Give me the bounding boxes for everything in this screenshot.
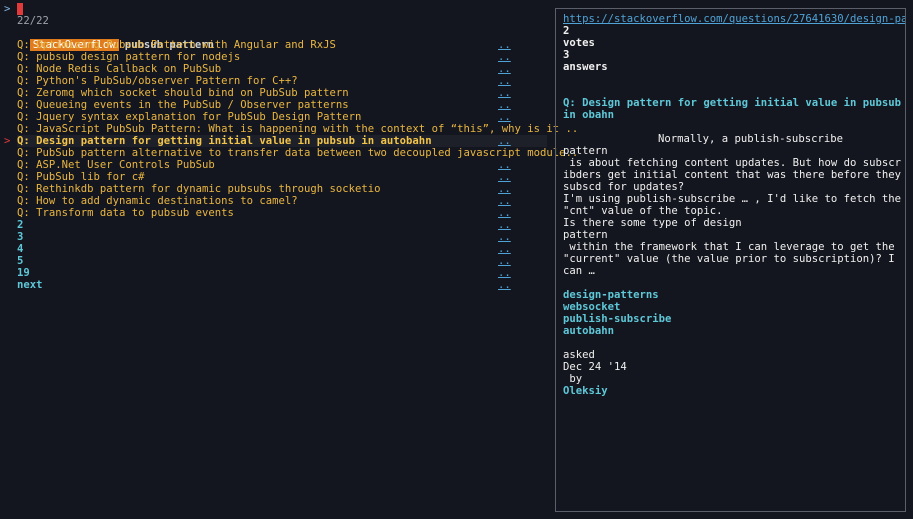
page-link[interactable]: 3..: [17, 231, 547, 243]
result-item[interactable]: > Q: Design pattern for getting initial v…: [4, 135, 547, 147]
page-link[interactable]: next..: [17, 279, 547, 291]
result-title[interactable]: Q: Queueing events in the PubSub / Obser…: [17, 99, 349, 111]
result-title[interactable]: Q: ASP.Net User Controls PubSub: [17, 159, 215, 171]
question-tag[interactable]: autobahn: [563, 325, 905, 337]
open-link[interactable]: ..: [498, 75, 511, 87]
open-link[interactable]: ..: [498, 207, 511, 219]
result-title[interactable]: Q: PubSub lib for c#: [17, 171, 145, 183]
question-title: Q: Design pattern for getting initial va…: [563, 97, 902, 121]
page-link[interactable]: 4..: [17, 243, 547, 255]
open-link[interactable]: ..: [498, 171, 511, 183]
page-link[interactable]: 2..: [17, 219, 547, 231]
result-item[interactable]: Q: Jquery syntax explanation for PubSub …: [17, 111, 547, 123]
open-link[interactable]: ..: [498, 99, 511, 111]
question-body-line: pattern: [563, 145, 608, 157]
question-tag[interactable]: publish-subscribe: [563, 313, 905, 325]
result-item[interactable]: Q: Zeromq which socket should bind on Pu…: [17, 87, 547, 99]
result-title[interactable]: Q: Design pattern for getting initial va…: [17, 135, 432, 147]
question-body-line: pattern: [563, 229, 608, 241]
text-cursor[interactable]: [17, 3, 23, 15]
open-link[interactable]: ..: [498, 231, 511, 243]
result-item[interactable]: Q: Optimizing Pubsub Pattern with Angula…: [17, 39, 547, 51]
result-title[interactable]: Q: PubSub pattern alternative to transfe…: [17, 147, 578, 159]
result-title[interactable]: Q: Zeromq which socket should bind on Pu…: [17, 87, 349, 99]
result-title[interactable]: Q: pubsub design pattern for nodejs: [17, 51, 240, 63]
results-list: Q: Optimizing Pubsub Pattern with Angula…: [4, 39, 578, 291]
open-link[interactable]: ..: [498, 87, 511, 99]
result-counter: 22/22: [17, 15, 49, 27]
question-body-line: is about fetching content updates. But h…: [563, 157, 902, 193]
result-item[interactable]: Q: Transform data to pubsub events..: [17, 207, 547, 219]
open-link[interactable]: ..: [498, 243, 511, 255]
result-title[interactable]: Q: How to add dynamic destinations to ca…: [17, 195, 298, 207]
open-link[interactable]: ..: [498, 219, 511, 231]
by-label: by: [563, 373, 583, 385]
question-body-line: Is there some type of design: [563, 217, 742, 229]
question-body-line: Normally, a publish-subscribe: [658, 133, 843, 145]
result-title[interactable]: Q: JavaScript PubSub Pattern: What is ha…: [17, 123, 578, 135]
open-link[interactable]: ..: [498, 51, 511, 63]
result-item[interactable]: Q: pubsub design pattern for nodejs..: [17, 51, 547, 63]
asked-date: Dec 24 '14: [563, 361, 627, 373]
result-title[interactable]: Q: Node Redis Callback on PubSub: [17, 63, 221, 75]
result-title[interactable]: next: [17, 279, 43, 291]
result-title[interactable]: Q: Transform data to pubsub events: [17, 207, 234, 219]
result-title[interactable]: 5: [17, 255, 23, 267]
selection-marker-icon: >: [4, 135, 11, 147]
result-title[interactable]: Q: Jquery syntax explanation for PubSub …: [17, 111, 361, 123]
result-item[interactable]: Q: Node Redis Callback on PubSub..: [17, 63, 547, 75]
open-link[interactable]: ..: [498, 135, 511, 147]
result-item[interactable]: Q: JavaScript PubSub Pattern: What is ha…: [17, 123, 578, 135]
votes-label: votes: [563, 37, 595, 49]
asked-label: asked: [563, 349, 595, 361]
preview-pane: https://stackoverflow.com/questions/2764…: [555, 8, 906, 512]
result-title[interactable]: Q: Python's PubSub/observer Pattern for …: [17, 75, 298, 87]
open-link[interactable]: ..: [498, 195, 511, 207]
result-item[interactable]: Q: ASP.Net User Controls PubSub..: [17, 159, 547, 171]
result-item[interactable]: Q: Python's PubSub/observer Pattern for …: [17, 75, 547, 87]
open-link[interactable]: ..: [498, 255, 511, 267]
result-item[interactable]: Q: PubSub pattern alternative to transfe…: [17, 147, 578, 159]
result-item[interactable]: Q: How to add dynamic destinations to ca…: [17, 195, 547, 207]
question-url-link[interactable]: https://stackoverflow.com/questions/2764…: [563, 13, 905, 25]
result-title[interactable]: Q: Optimizing Pubsub Pattern with Angula…: [17, 39, 336, 51]
question-tag[interactable]: design-patterns: [563, 289, 905, 301]
result-item[interactable]: Q: Queueing events in the PubSub / Obser…: [17, 99, 547, 111]
result-title[interactable]: 4: [17, 243, 23, 255]
result-title[interactable]: Q: Rethinkdb pattern for dynamic pubsubs…: [17, 183, 381, 195]
page-link[interactable]: 19..: [17, 267, 547, 279]
open-link[interactable]: ..: [498, 279, 511, 291]
question-body-line: within the framework that I can leverage…: [563, 241, 902, 277]
open-link[interactable]: ..: [498, 39, 511, 51]
result-item[interactable]: Q: Rethinkdb pattern for dynamic pubsubs…: [17, 183, 547, 195]
page-link[interactable]: 5..: [17, 255, 547, 267]
open-link[interactable]: ..: [498, 267, 511, 279]
prompt-arrow-icon: >: [4, 3, 11, 15]
result-title[interactable]: 19: [17, 267, 30, 279]
open-link[interactable]: ..: [498, 63, 511, 75]
answers-label: answers: [563, 61, 608, 73]
question-body-line: I'm using publish-subscribe … , I'd like…: [563, 193, 902, 217]
result-title[interactable]: 2: [17, 219, 23, 231]
open-link[interactable]: ..: [498, 111, 511, 123]
result-title[interactable]: 3: [17, 231, 23, 243]
votes-count: 2: [563, 25, 570, 37]
result-item[interactable]: Q: PubSub lib for c#..: [17, 171, 547, 183]
open-link[interactable]: ..: [498, 183, 511, 195]
question-tag[interactable]: websocket: [563, 301, 905, 313]
open-link[interactable]: ..: [498, 159, 511, 171]
answers-count: 3: [563, 49, 570, 61]
author-name[interactable]: Oleksiy: [563, 385, 905, 397]
